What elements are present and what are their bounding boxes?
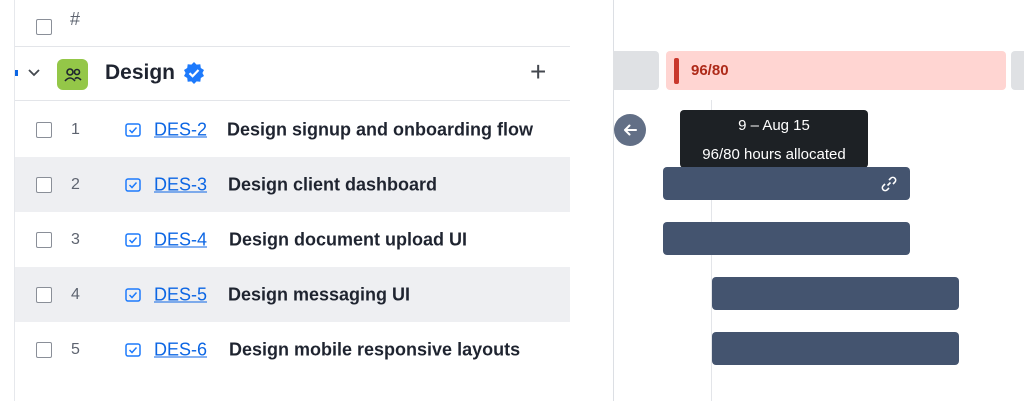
- group-title: Design: [105, 61, 176, 84]
- column-header-number: #: [70, 9, 81, 29]
- issue-summary[interactable]: Design signup and onboarding flow: [227, 119, 533, 140]
- issue-key-link[interactable]: DES-3: [154, 174, 207, 195]
- task-checkbox-icon: [125, 177, 141, 192]
- table-row[interactable]: 2 DES-3 Design client dashboard: [15, 157, 570, 212]
- add-issue-button[interactable]: +: [530, 58, 546, 86]
- timeline-bar[interactable]: [663, 167, 910, 200]
- scroll-back-button[interactable]: [614, 114, 646, 146]
- row-checkbox[interactable]: [36, 341, 52, 358]
- issue-key-link[interactable]: DES-6: [154, 339, 207, 360]
- capacity-cell[interactable]: [1011, 51, 1024, 90]
- table-row[interactable]: 1 DES-2 Design signup and onboarding flo…: [15, 102, 570, 157]
- verified-badge-icon: [184, 62, 204, 84]
- select-all-checkbox[interactable]: [36, 19, 52, 35]
- people-icon: [57, 59, 88, 90]
- row-number: 2: [71, 175, 80, 193]
- tooltip-date-range: 9 – Aug 15: [738, 117, 810, 134]
- timeline-bar[interactable]: [712, 277, 959, 310]
- capacity-value: 96/80: [691, 62, 729, 79]
- row-checkbox[interactable]: [36, 121, 52, 138]
- issue-summary[interactable]: Design messaging UI: [228, 284, 410, 305]
- row-number: 5: [71, 340, 80, 358]
- task-checkbox-icon: [125, 342, 141, 357]
- issue-summary[interactable]: Design mobile responsive layouts: [229, 339, 520, 360]
- row-checkbox[interactable]: [36, 176, 52, 193]
- arrow-left-icon: [624, 124, 637, 136]
- issue-key-link[interactable]: DES-5: [154, 284, 207, 305]
- row-number: 1: [71, 120, 80, 138]
- tooltip-allocation: 96/80 hours allocated: [702, 146, 846, 163]
- row-checkbox[interactable]: [36, 231, 52, 248]
- issue-summary[interactable]: Design client dashboard: [228, 174, 437, 195]
- group-row-design[interactable]: Design +: [15, 47, 570, 101]
- issue-list-panel: # Design + 1 DES-2 Design signup and onb…: [14, 0, 614, 401]
- issue-key-link[interactable]: DES-4: [154, 229, 207, 250]
- row-checkbox[interactable]: [36, 286, 52, 303]
- row-number: 4: [71, 285, 80, 303]
- task-checkbox-icon: [125, 232, 141, 247]
- task-checkbox-icon: [125, 122, 141, 137]
- capacity-cell-over[interactable]: 96/80: [666, 51, 1006, 90]
- capacity-tooltip: 9 – Aug 15 96/80 hours allocated: [680, 110, 868, 168]
- issue-key-link[interactable]: DES-2: [154, 119, 207, 140]
- table-row[interactable]: 3 DES-4 Design document upload UI: [15, 212, 570, 267]
- link-icon[interactable]: [880, 175, 898, 193]
- row-number: 3: [71, 230, 80, 248]
- chevron-down-icon[interactable]: [27, 65, 41, 79]
- issue-summary[interactable]: Design document upload UI: [229, 229, 467, 250]
- over-capacity-marker: [674, 58, 679, 84]
- timeline-bar[interactable]: [663, 222, 910, 255]
- capacity-cell[interactable]: [613, 51, 659, 90]
- timeline-panel: 96/80 9 – Aug 15 96/80 hours allocated: [613, 0, 1024, 401]
- table-row[interactable]: 5 DES-6 Design mobile responsive layouts: [15, 322, 570, 377]
- list-header: #: [15, 0, 570, 47]
- timeline-bar[interactable]: [712, 332, 959, 365]
- task-checkbox-icon: [125, 287, 141, 302]
- table-row[interactable]: 4 DES-5 Design messaging UI: [15, 267, 570, 322]
